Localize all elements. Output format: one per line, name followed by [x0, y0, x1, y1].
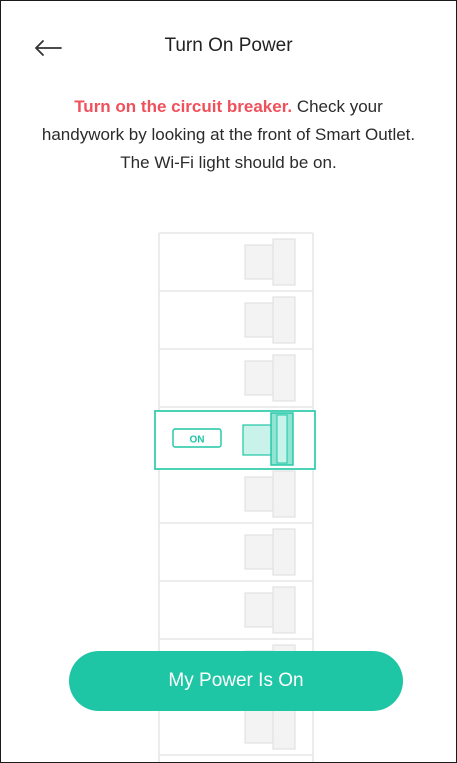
- page-title: Turn On Power: [164, 35, 293, 56]
- instruction-highlight: Turn on the circuit breaker.: [74, 97, 293, 116]
- instruction-text: Turn on the circuit breaker. Check your …: [41, 93, 416, 177]
- highlighted-breaker: ON: [154, 410, 316, 470]
- my-power-is-on-button[interactable]: My Power Is On: [69, 651, 403, 711]
- breaker-on-label: ON: [190, 435, 205, 446]
- screen: Turn On Power Turn on the circuit breake…: [0, 0, 457, 763]
